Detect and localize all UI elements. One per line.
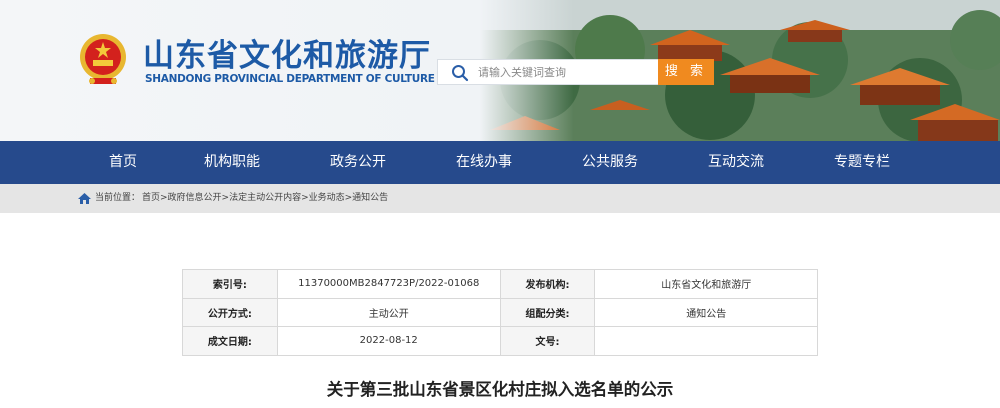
table-row: 成文日期: 2022-08-12 文号: — [182, 326, 818, 356]
search-icon — [452, 65, 469, 82]
publisher-value: 山东省文化和旅游厅 — [594, 269, 818, 299]
nav-item-home[interactable]: 首页 — [109, 141, 137, 184]
table-row: 公开方式: 主动公开 组配分类: 通知公告 — [182, 297, 818, 328]
national-emblem-icon — [80, 34, 126, 84]
index-label: 索引号: — [182, 269, 278, 299]
category-label: 组配分类: — [499, 297, 596, 328]
article-title: 关于第三批山东省景区化村庄拟入选名单的公示 — [326, 380, 674, 399]
disclosure-label: 公开方式: — [182, 297, 278, 328]
category-value: 通知公告 — [594, 297, 818, 328]
table-row: 索引号: 11370000MB2847723P/2022-01068 发布机构:… — [182, 269, 818, 299]
home-icon — [78, 193, 91, 204]
search-input[interactable] — [478, 60, 658, 84]
publisher-label: 发布机构: — [499, 269, 596, 299]
search-button[interactable]: 搜 索 — [658, 59, 714, 85]
breadcrumb: 当前位置： 首页>政府信息公开>法定主动公开内容>业务动态>通知公告 — [0, 184, 1000, 213]
breadcrumb-path[interactable]: 首页>政府信息公开>法定主动公开内容>业务动态>通知公告 — [142, 184, 388, 213]
breadcrumb-label: 当前位置： — [95, 193, 141, 203]
document-number-value — [594, 326, 818, 356]
nav-item-public-services[interactable]: 公共服务 — [582, 141, 638, 184]
document-number-label: 文号: — [499, 326, 596, 356]
date-value: 2022-08-12 — [276, 326, 501, 356]
nav-item-organization[interactable]: 机构职能 — [204, 141, 260, 184]
search-box — [437, 59, 659, 85]
site-title: 山东省文化和旅游厅 — [143, 38, 431, 74]
site-header: 山东省文化和旅游厅 SHANDONG PROVINCIAL DEPARTMENT… — [0, 0, 1000, 141]
main-nav: 首页 机构职能 政务公开 在线办事 公共服务 互动交流 专题专栏 — [0, 141, 1000, 184]
document-info-table: 索引号: 11370000MB2847723P/2022-01068 发布机构:… — [182, 269, 818, 356]
disclosure-value: 主动公开 — [276, 297, 501, 328]
nav-item-special-topics[interactable]: 专题专栏 — [834, 141, 890, 184]
nav-item-government-affairs[interactable]: 政务公开 — [330, 141, 386, 184]
nav-item-online-services[interactable]: 在线办事 — [456, 141, 512, 184]
index-value: 11370000MB2847723P/2022-01068 — [276, 269, 501, 299]
date-label: 成文日期: — [182, 326, 278, 356]
nav-item-interaction[interactable]: 互动交流 — [708, 141, 764, 184]
